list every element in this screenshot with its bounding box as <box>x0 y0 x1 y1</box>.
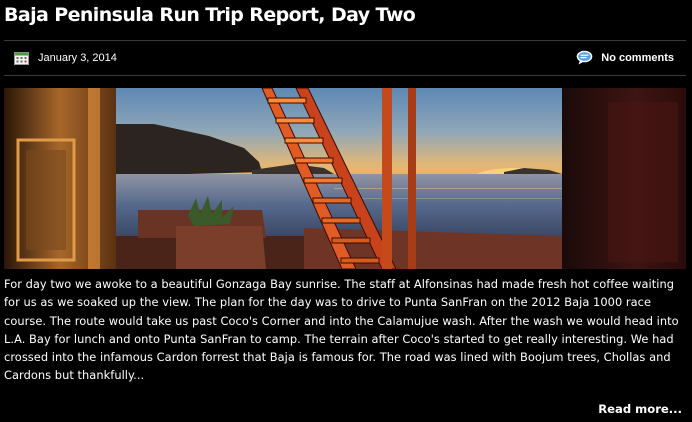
comments-count: No comments <box>601 51 674 64</box>
comments-link[interactable]: No comments <box>576 50 674 65</box>
post-date: January 3, 2014 <box>14 51 117 65</box>
post-title[interactable]: Baja Peninsula Run Trip Report, Day Two <box>4 2 416 28</box>
post-excerpt: For day two we awoke to a beautiful Gonz… <box>4 277 679 383</box>
post-meta: January 3, 2014 No comments <box>0 41 692 75</box>
read-more-link[interactable]: Read more... <box>598 402 682 416</box>
post-date-text: January 3, 2014 <box>38 52 117 64</box>
comment-bubble-icon <box>576 50 593 65</box>
meta-divider-bottom <box>4 75 686 76</box>
post-featured-image[interactable] <box>4 88 686 269</box>
blog-post: Baja Peninsula Run Trip Report, Day Two … <box>0 0 692 422</box>
calendar-icon <box>14 52 29 65</box>
